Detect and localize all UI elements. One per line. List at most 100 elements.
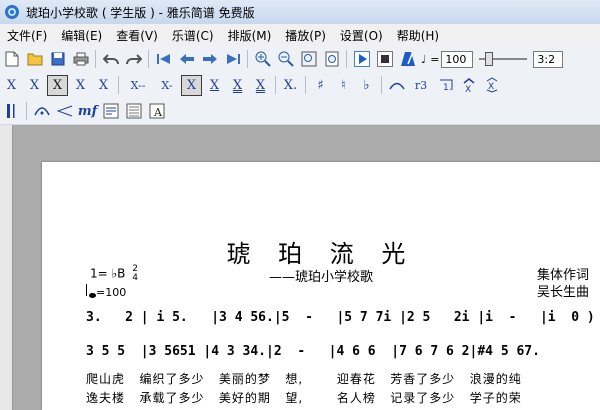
toolbar-separator bbox=[346, 50, 347, 68]
zoom-out-icon bbox=[278, 51, 294, 67]
tie-both-icon: X bbox=[486, 77, 497, 93]
new-file-icon bbox=[5, 51, 18, 67]
text-style-button[interactable]: A bbox=[146, 101, 167, 122]
menu-layout[interactable]: 排版(M) bbox=[221, 27, 279, 44]
go-last-button[interactable] bbox=[222, 49, 243, 70]
app-logo-icon bbox=[5, 5, 19, 19]
sixteenth-note-button[interactable]: X bbox=[227, 75, 248, 96]
note-double-dot-button[interactable]: X bbox=[24, 75, 45, 96]
half-note-button[interactable]: X- bbox=[155, 75, 179, 96]
text-box-icon bbox=[126, 103, 141, 119]
menu-view[interactable]: 查看(V) bbox=[109, 27, 165, 44]
accompaniment-line[interactable]: 3 5 5 |3 5651 |4 3 34.|2 - |4 6 6 |7 6 7… bbox=[86, 344, 540, 359]
zoom-page-button[interactable] bbox=[321, 49, 342, 70]
open-file-button[interactable] bbox=[24, 49, 45, 70]
lyrics-line-1[interactable]: 爬山虎 编织了多少 美丽的梦 想, 迎春花 芳香了多少 浪漫的纯 bbox=[86, 370, 522, 387]
lyrics-icon bbox=[103, 103, 118, 119]
eighth-note-icon: X bbox=[209, 77, 220, 93]
melody-line[interactable]: 3. 2 | i 5. |3 4 56.|5 - |5 7 7i |2 5 2i… bbox=[86, 310, 595, 325]
fermata-both-button[interactable]: X bbox=[481, 75, 502, 96]
lyrics-button[interactable] bbox=[100, 101, 121, 122]
metronome-button[interactable] bbox=[397, 49, 418, 70]
main-toolbar: ♩ = 100 3:2 bbox=[0, 46, 600, 73]
time-signature: 24 bbox=[132, 265, 138, 283]
text-box-button[interactable] bbox=[123, 101, 144, 122]
composer-credit[interactable]: 吴长生曲 bbox=[537, 281, 589, 300]
fermata-icon bbox=[33, 107, 50, 116]
play-button[interactable] bbox=[351, 49, 372, 70]
tempo-marking[interactable]: =100 bbox=[86, 284, 126, 299]
toolbar-separator bbox=[118, 76, 119, 94]
repeat-start-button[interactable]: 1. bbox=[435, 75, 456, 96]
speed-input[interactable]: 100 bbox=[441, 50, 474, 68]
toolbar-separator bbox=[95, 50, 96, 68]
toolbar-separator bbox=[381, 76, 382, 94]
lyrics-line-2[interactable]: 逸夫楼 承载了多少 美好的期 望, 名人榜 记录了多少 学子的荣 bbox=[86, 389, 522, 406]
quarter-note-glyph: X bbox=[186, 77, 197, 93]
go-last-icon bbox=[226, 54, 240, 64]
folder-open-icon bbox=[27, 53, 42, 66]
barline-icon bbox=[6, 104, 14, 118]
undo-button[interactable] bbox=[100, 49, 121, 70]
svg-text:1.: 1. bbox=[443, 83, 452, 92]
slur-button[interactable] bbox=[386, 75, 407, 96]
sharp-button[interactable]: ♯ bbox=[310, 75, 331, 96]
key-label: 1= ♭B bbox=[90, 266, 126, 281]
score-page: 琥 珀 流 光 ——琥珀小学校歌 集体作词 吴长生曲 1= ♭B 24 =100… bbox=[42, 162, 600, 410]
note-double-dot-below-button[interactable]: X bbox=[93, 75, 114, 96]
window-title: 琥珀小学校歌 ( 学生版 ) - 雅乐简谱 免费版 bbox=[26, 5, 255, 20]
zoom-in-button[interactable] bbox=[252, 49, 273, 70]
flat-button[interactable]: ♭ bbox=[356, 75, 377, 96]
whole-note-button[interactable]: X-- bbox=[123, 75, 153, 96]
triplet-button[interactable]: r3 bbox=[409, 75, 433, 96]
speed-slider-thumb[interactable] bbox=[485, 52, 494, 66]
key-signature[interactable]: 1= ♭B 24 bbox=[90, 265, 138, 283]
natural-button[interactable]: ♮ bbox=[333, 75, 354, 96]
slur-icon bbox=[388, 82, 405, 90]
note-dot-below-button[interactable]: X bbox=[70, 75, 91, 96]
menu-score[interactable]: 乐谱(C) bbox=[165, 27, 221, 44]
crescendo-icon bbox=[56, 105, 72, 117]
fermata-button[interactable] bbox=[31, 101, 52, 122]
menu-settings[interactable]: 设置(O) bbox=[333, 27, 390, 44]
menu-help[interactable]: 帮助(H) bbox=[390, 27, 446, 44]
ratio-input[interactable]: 3:2 bbox=[533, 50, 564, 68]
eighth-note-button[interactable]: X bbox=[204, 75, 225, 96]
menu-bar: 文件(F) 编辑(E) 查看(V) 乐谱(C) 排版(M) 播放(P) 设置(O… bbox=[0, 24, 600, 46]
stop-button[interactable] bbox=[374, 49, 395, 70]
print-button[interactable] bbox=[70, 49, 91, 70]
arrow-right-icon bbox=[202, 54, 217, 64]
zoom-fit-icon bbox=[301, 51, 316, 67]
thirtysecond-note-button[interactable]: X bbox=[250, 75, 271, 96]
go-first-button[interactable] bbox=[153, 49, 174, 70]
dynamics-button[interactable]: mf bbox=[77, 101, 98, 122]
menu-file[interactable]: 文件(F) bbox=[0, 27, 54, 44]
save-button[interactable] bbox=[47, 49, 68, 70]
toolbar-separator bbox=[247, 50, 248, 68]
crescendo-button[interactable] bbox=[54, 101, 75, 122]
note-normal-icon: X bbox=[52, 77, 63, 93]
zoom-fit-button[interactable] bbox=[298, 49, 319, 70]
redo-button[interactable] bbox=[123, 49, 144, 70]
speed-slider[interactable] bbox=[479, 52, 528, 66]
time-bottom: 4 bbox=[132, 273, 138, 283]
toolbar-separator bbox=[26, 102, 27, 120]
repeat-start-icon: 1. bbox=[439, 79, 452, 92]
quarter-note-icon: ♩ bbox=[421, 52, 427, 66]
note-normal-button[interactable]: X bbox=[47, 74, 68, 96]
fermata-up-button[interactable]: X bbox=[458, 75, 479, 96]
note-double-dot-icon: X bbox=[29, 77, 40, 93]
new-file-button[interactable] bbox=[1, 49, 22, 70]
play-icon bbox=[353, 51, 370, 67]
score-title[interactable]: 琥 珀 流 光 bbox=[42, 234, 600, 269]
go-next-button[interactable] bbox=[199, 49, 220, 70]
vertical-ruler bbox=[0, 125, 13, 410]
go-previous-button[interactable] bbox=[176, 49, 197, 70]
menu-edit[interactable]: 编辑(E) bbox=[54, 27, 109, 44]
dotted-note-button[interactable]: X. bbox=[280, 75, 301, 96]
zoom-out-button[interactable] bbox=[275, 49, 296, 70]
barline-button[interactable] bbox=[1, 101, 22, 122]
quarter-note-button[interactable]: X bbox=[181, 74, 202, 96]
menu-play[interactable]: 播放(P) bbox=[278, 27, 333, 44]
note-dot-above-button[interactable]: X bbox=[1, 75, 22, 96]
